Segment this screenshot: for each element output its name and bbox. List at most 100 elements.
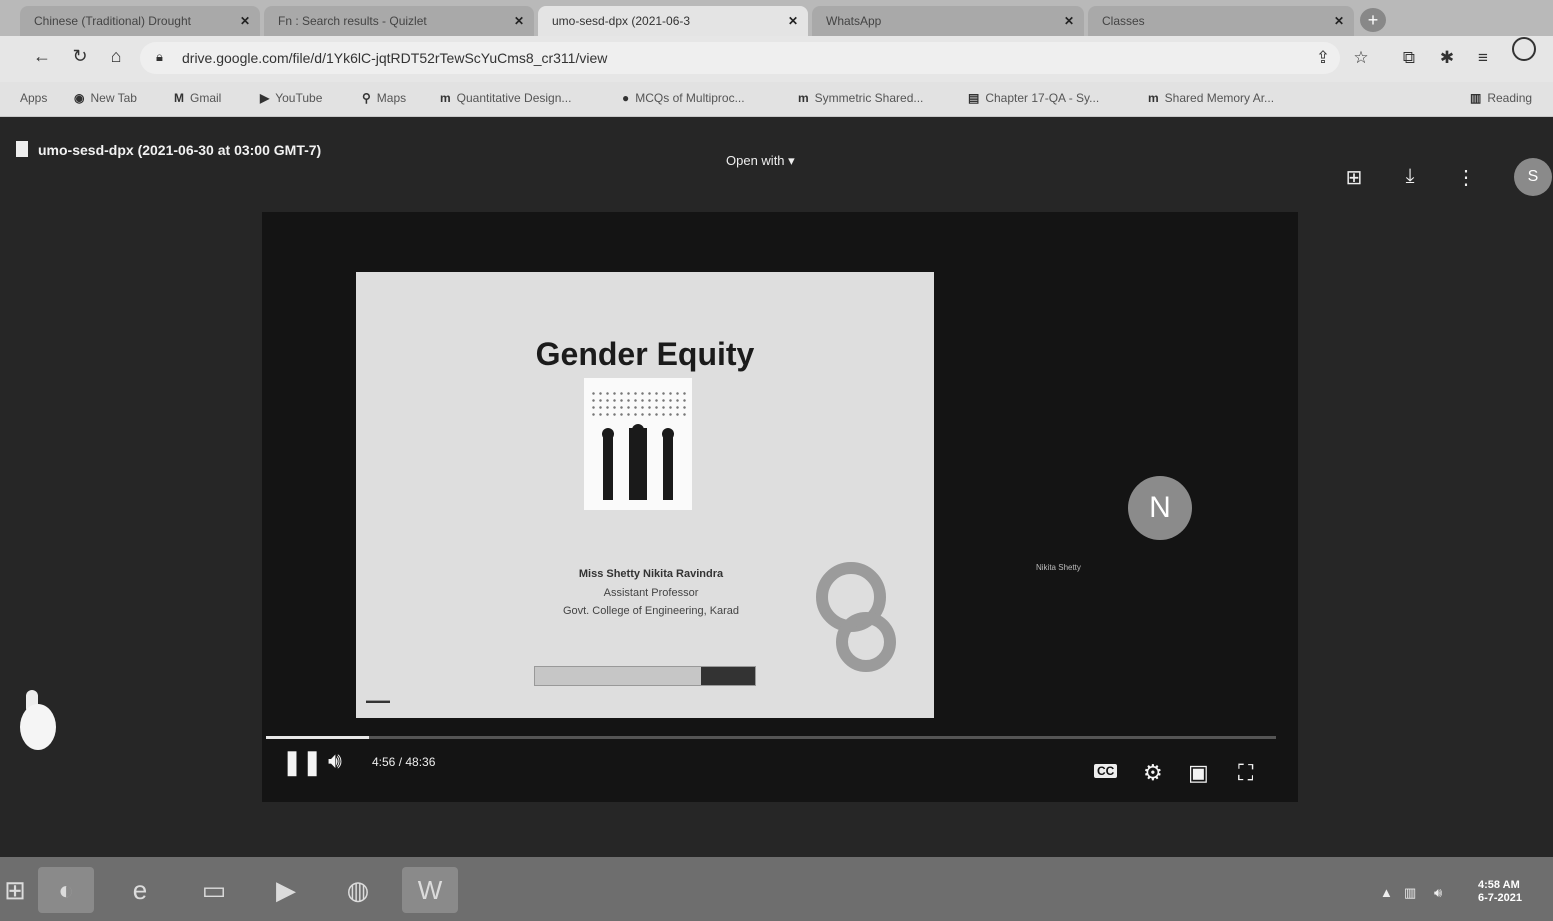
tab-close-icon[interactable]: ✕ — [1064, 6, 1074, 36]
bookmark-label: Reading — [1487, 91, 1533, 105]
browser-tab[interactable]: Classes ✕ — [1088, 6, 1354, 36]
slide-input-bar — [534, 666, 756, 686]
bookmark-m-icon: m — [440, 91, 451, 105]
bookmark-label: Maps — [376, 91, 407, 105]
tab-close-icon[interactable]: ✕ — [514, 6, 524, 36]
fullscreen-icon[interactable]: ⛶ — [1238, 760, 1253, 786]
slide-footer-mark: ▬▬▬ — [366, 696, 390, 705]
bookmark-maps[interactable]: ⚲ Maps — [362, 91, 406, 105]
tab-close-icon[interactable]: ✕ — [1334, 6, 1344, 36]
presenter-name: Miss Shetty Nikita Ravindra — [578, 568, 724, 580]
bookmark-label: Chapter 17-QA - Sy... — [985, 91, 1100, 105]
gmail-icon: M — [174, 91, 184, 105]
bookmark-shared-memory[interactable]: m Shared Memory Ar... — [1148, 91, 1274, 105]
media-player-icon[interactable]: ▶ — [258, 867, 314, 913]
volume-icon[interactable]: 🔊︎ — [328, 748, 342, 774]
tray-arrow-icon[interactable]: ▲ — [1380, 885, 1393, 900]
bookmark-apps[interactable]: Apps — [20, 91, 47, 105]
tab-label: umo-sesd-dpx (2021-06-3 — [552, 14, 691, 28]
bookmark-quantitative-design[interactable]: m Quantitative Design... — [440, 91, 571, 105]
bookmark-youtube[interactable]: ▶ YouTube — [260, 91, 322, 105]
download-icon[interactable]: ⤓ — [1396, 165, 1424, 188]
browser-tab-active[interactable]: umo-sesd-dpx (2021-06-3 ✕ — [538, 6, 808, 36]
speaker-icon[interactable]: 🔊︎ — [1434, 885, 1442, 901]
new-tab-icon: ◉ — [74, 91, 85, 105]
file-icon — [16, 141, 28, 157]
bookmarks-bar: Apps ◉ New Tab M Gmail ▶ YouTube ⚲ Maps m Qua… — [0, 82, 1553, 117]
presenter-role: Assistant Professor — [603, 587, 699, 599]
reload-icon[interactable]: ↻ — [68, 46, 92, 67]
start-button-icon[interactable]: ⊞ — [0, 867, 30, 913]
pause-icon[interactable]: ❚❚ — [282, 748, 322, 777]
bookmark-label: Quantitative Design... — [456, 91, 572, 105]
browser-tab[interactable]: Chinese (Traditional) Drought ✕ — [20, 6, 260, 36]
home-icon[interactable]: ⌂ — [104, 46, 128, 67]
tab-label: Fn : Search results - Quizlet — [278, 14, 427, 28]
system-clock[interactable]: 4:58 AM 6-7-2021 — [1478, 879, 1522, 905]
share-icon[interactable]: ⇪ — [1312, 48, 1334, 68]
address-bar[interactable]: 🔒︎ drive.google.com/file/d/1Yk6lC-jqtRDT… — [140, 42, 1340, 74]
firefox-icon[interactable]: ◍ — [330, 867, 386, 913]
person-figure — [663, 432, 673, 500]
gender-ring — [836, 612, 896, 672]
bookmark-m-icon: m — [1148, 91, 1159, 105]
miniplayer-icon[interactable]: ▣ — [1188, 760, 1209, 786]
cursor-palm — [20, 704, 56, 750]
bookmark-mcqs[interactable]: ● MCQs of Multiproc... — [622, 91, 745, 105]
network-icon[interactable]: ▥ — [1404, 885, 1416, 901]
tab-close-icon[interactable]: ✕ — [788, 6, 798, 36]
tab-label: Classes — [1102, 14, 1145, 28]
tab-label: WhatsApp — [826, 14, 882, 28]
youtube-icon: ▶ — [260, 91, 270, 105]
more-options-icon[interactable]: ⋮ — [1452, 165, 1480, 190]
bookmark-label: Symmetric Shared... — [814, 91, 924, 105]
person-figure — [629, 428, 647, 500]
browser-toolbar: ← ↻ ⌂ 🔒︎ drive.google.com/file/d/1Yk6lC-… — [0, 36, 1553, 82]
puzzle-extensions-icon[interactable]: ✱ — [1436, 48, 1458, 68]
presenter-institution: Govt. College of Engineering, Karad — [562, 605, 740, 617]
confetti-dots — [590, 390, 686, 418]
clock-date: 6-7-2021 — [1478, 892, 1523, 904]
bookmark-m-icon: m — [798, 91, 809, 105]
hand-cursor-icon — [16, 690, 60, 750]
browser-tab[interactable]: WhatsApp ✕ — [812, 6, 1084, 36]
bookmark-new-tab[interactable]: ◉ New Tab — [74, 91, 137, 105]
tab-close-icon[interactable]: ✕ — [240, 6, 250, 36]
profile-avatar-icon[interactable] — [1512, 37, 1536, 61]
reading-list-icon[interactable]: ≡ — [1472, 48, 1494, 68]
new-tab-button[interactable]: + — [1360, 8, 1386, 32]
word-icon[interactable]: W — [402, 867, 458, 913]
bookmark-label: Gmail — [190, 91, 222, 105]
bookmark-symmetric-shared[interactable]: m Symmetric Shared... — [798, 91, 923, 105]
bookmark-chapter-17[interactable]: ▤ Chapter 17-QA - Sy... — [968, 91, 1099, 105]
back-arrow-icon[interactable]: ← — [30, 46, 54, 67]
internet-explorer-icon[interactable]: e — [112, 867, 168, 913]
bookmark-gmail[interactable]: M Gmail — [174, 91, 221, 105]
extension-icon[interactable]: ⧉ — [1398, 48, 1420, 68]
reading-list-icon: ▥ — [1470, 91, 1482, 105]
account-avatar[interactable]: S — [1514, 158, 1552, 196]
person-figure — [603, 432, 613, 500]
bookmark-reading-list[interactable]: ▥ Reading — [1470, 91, 1532, 105]
captions-icon[interactable]: CC — [1094, 764, 1118, 778]
bookmark-label: New Tab — [90, 91, 137, 105]
windows-taskbar: ⊞ ◐ e ▭ ▶ ◍ W ▲ ▥ 🔊︎ 4:58 AM 6-7-2021 — [0, 857, 1553, 921]
bookmark-doc-icon: ▤ — [968, 91, 980, 105]
settings-gear-icon[interactable]: ⚙ — [1143, 760, 1163, 786]
file-explorer-icon[interactable]: ▭ — [186, 867, 242, 913]
tab-label: Chinese (Traditional) Drought — [34, 14, 191, 28]
slide-title: Gender Equity — [535, 336, 755, 372]
presentation-slide: Gender Equity Miss Shetty Nikita Ravindr… — [356, 272, 934, 718]
bookmark-star-icon[interactable]: ☆ — [1350, 48, 1372, 68]
video-progress-bar[interactable] — [266, 736, 1276, 739]
bookmark-label: YouTube — [275, 91, 323, 105]
bookmark-label: Shared Memory Ar... — [1164, 91, 1275, 105]
open-with-button[interactable]: Open with ▾ — [726, 153, 795, 169]
chrome-taskbar-icon[interactable]: ◐ — [38, 867, 94, 913]
file-title: umo-sesd-dpx (2021-06-30 at 03:00 GMT-7) — [38, 142, 322, 158]
lock-icon: 🔒︎ — [156, 49, 163, 64]
people-illustration — [584, 378, 692, 510]
add-to-drive-icon[interactable]: ⊞ — [1340, 165, 1368, 190]
gender-symbols-graphic — [796, 532, 926, 712]
browser-tab[interactable]: Fn : Search results - Quizlet ✕ — [264, 6, 534, 36]
